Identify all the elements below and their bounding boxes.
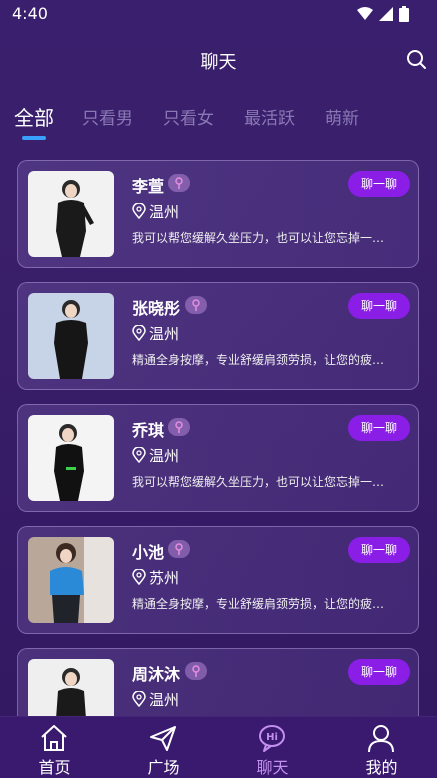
page-title: 聊天	[200, 52, 237, 73]
user-photo	[28, 171, 114, 257]
user-name: 乔琪	[132, 421, 165, 440]
location-icon	[132, 447, 146, 463]
chat-button[interactable]: 聊一聊	[348, 415, 410, 441]
location-icon	[132, 203, 146, 219]
user-photo	[28, 415, 114, 501]
tab-most-active[interactable]: 最活跃	[244, 104, 295, 129]
user-photo	[28, 293, 114, 379]
user-card[interactable]: 李萱 聊一聊 温州 我可以帮您缓解久坐压力，也可以让您忘掉一…	[17, 160, 419, 268]
user-location: 苏州	[149, 569, 180, 587]
nav-profile[interactable]: 我的	[327, 717, 436, 778]
nav-home-label: 首页	[38, 758, 71, 777]
location-icon	[132, 569, 146, 585]
gender-badge	[168, 174, 190, 192]
location-icon	[132, 325, 146, 341]
user-icon	[368, 725, 394, 753]
nav-home[interactable]: 首页	[0, 717, 109, 778]
tab-all[interactable]: 全部	[14, 102, 54, 131]
female-icon	[175, 177, 183, 189]
filter-tabs: 全部 只看男 只看女 最活跃 萌新	[0, 100, 437, 144]
user-name: 李萱	[132, 177, 165, 196]
chat-hi-icon: Hi	[259, 725, 285, 752]
send-icon	[150, 726, 176, 751]
user-photo	[28, 537, 114, 623]
nav-chat[interactable]: Hi 聊天	[218, 717, 327, 778]
signal-icon	[379, 7, 393, 21]
user-location: 温州	[149, 325, 180, 343]
bottom-nav: 首页 广场 Hi 聊天 我的	[0, 716, 437, 778]
tab-newcomers[interactable]: 萌新	[325, 104, 359, 129]
nav-square-label: 广场	[147, 758, 180, 777]
user-location: 温州	[149, 447, 180, 465]
chat-button[interactable]: 聊一聊	[348, 537, 410, 563]
nav-profile-label: 我的	[365, 758, 398, 777]
female-icon	[192, 299, 200, 311]
user-description: 精通全身按摩，专业舒缓肩颈劳损，让您的疲…	[132, 597, 385, 611]
gender-badge	[185, 296, 207, 314]
gender-badge	[185, 662, 207, 680]
search-icon[interactable]	[405, 48, 427, 70]
user-list: 李萱 聊一聊 温州 我可以帮您缓解久坐压力，也可以让您忘掉一… 张晓彤 聊一聊 …	[0, 160, 437, 716]
female-icon	[192, 665, 200, 677]
female-icon	[175, 543, 183, 555]
user-card[interactable]: 乔琪 聊一聊 温州 我可以帮您缓解久坐压力，也可以让您忘掉一…	[17, 404, 419, 512]
status-bar: 4:40	[0, 0, 437, 30]
user-photo	[28, 659, 114, 716]
status-icons	[357, 6, 409, 22]
gender-badge	[168, 418, 190, 436]
tab-male-only[interactable]: 只看男	[82, 104, 133, 129]
user-name: 周沐沐	[132, 665, 181, 684]
user-card[interactable]: 小池 聊一聊 苏州 精通全身按摩，专业舒缓肩颈劳损，让您的疲…	[17, 526, 419, 634]
nav-square[interactable]: 广场	[109, 717, 218, 778]
wifi-icon	[357, 7, 373, 20]
user-location: 温州	[149, 691, 180, 709]
user-name: 张晓彤	[132, 299, 181, 318]
tab-female-only[interactable]: 只看女	[163, 104, 214, 129]
user-description: 我可以帮您缓解久坐压力，也可以让您忘掉一…	[132, 475, 385, 489]
battery-icon	[399, 6, 409, 22]
svg-text:Hi: Hi	[266, 732, 278, 743]
female-icon	[175, 421, 183, 433]
nav-chat-label: 聊天	[256, 758, 289, 777]
user-description: 精通全身按摩，专业舒缓肩颈劳损，让您的疲…	[132, 353, 385, 367]
chat-button[interactable]: 聊一聊	[348, 171, 410, 197]
gender-badge	[168, 540, 190, 558]
status-time: 4:40	[12, 4, 48, 23]
tab-indicator	[22, 136, 46, 140]
user-card[interactable]: 周沐沐 聊一聊 温州	[17, 648, 419, 716]
chat-button[interactable]: 聊一聊	[348, 293, 410, 319]
chat-button[interactable]: 聊一聊	[348, 659, 410, 685]
user-card[interactable]: 张晓彤 聊一聊 温州 精通全身按摩，专业舒缓肩颈劳损，让您的疲…	[17, 282, 419, 390]
user-name: 小池	[132, 543, 165, 562]
user-location: 温州	[149, 203, 180, 221]
user-description: 我可以帮您缓解久坐压力，也可以让您忘掉一…	[132, 231, 385, 245]
header: 聊天	[0, 30, 437, 90]
location-icon	[132, 691, 146, 707]
home-icon	[41, 725, 67, 751]
